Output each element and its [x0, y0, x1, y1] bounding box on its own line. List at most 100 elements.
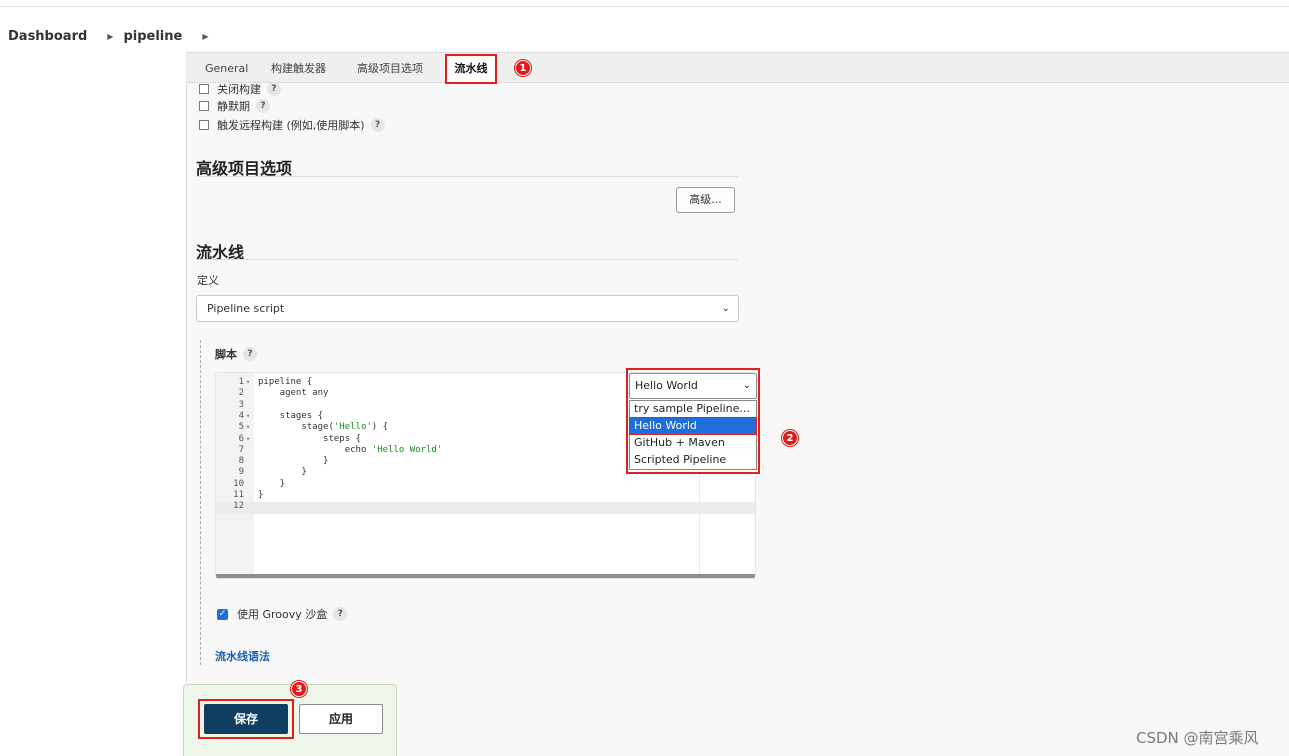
annotation-marker-3: 3: [291, 681, 307, 697]
chevron-down-icon: ⌄: [721, 303, 730, 314]
code-line: 1 ▾ pipeline {: [216, 377, 313, 388]
sample-options-list: try sample Pipeline... Hello World GitHu…: [629, 400, 757, 470]
code-line: 10 }: [216, 479, 285, 490]
sample-option[interactable]: Scripted Pipeline: [630, 452, 756, 468]
sample-select-value: Hello World: [635, 379, 698, 392]
line-number: 1: [238, 377, 244, 387]
fold-arrow-icon[interactable]: ▾: [244, 377, 258, 388]
groovy-sandbox-label: 使用 Groovy 沙盒: [237, 608, 328, 621]
remote-trigger-label: 触发远程构建 (例如,使用脚本): [217, 119, 365, 132]
code-line: 9 }: [216, 467, 307, 478]
tab-build-triggers[interactable]: 构建触发器: [271, 60, 326, 78]
code-text: }: [258, 456, 329, 467]
line-number: 4: [238, 410, 244, 421]
line-number: 3: [238, 399, 244, 410]
quiet-period-checkbox[interactable]: [199, 101, 209, 111]
code-text: echo 'Hello World': [258, 444, 443, 455]
advanced-button[interactable]: 高级...: [676, 187, 735, 213]
code-line: 5 ▾ stage('Hello') {: [216, 422, 388, 433]
fold-arrow-icon[interactable]: ▾: [244, 411, 258, 422]
help-icon[interactable]: ?: [243, 347, 257, 361]
line-number: 10: [233, 478, 244, 489]
help-icon[interactable]: ?: [333, 607, 348, 621]
remote-trigger-checkbox[interactable]: [199, 120, 209, 130]
code-text: pipeline {: [258, 377, 313, 387]
line-number: 8: [238, 456, 244, 467]
code-line: 2 agent any: [216, 388, 329, 399]
code-line: 4 ▾ stages {: [216, 411, 323, 422]
tab-advanced-options[interactable]: 高级项目选项: [357, 60, 423, 78]
line-number: 11: [233, 490, 244, 500]
code-line: 8 }: [216, 456, 329, 467]
apply-button[interactable]: 应用: [299, 704, 383, 734]
string-literal: 'Hello': [333, 422, 372, 433]
help-icon[interactable]: ?: [370, 118, 385, 132]
breadcrumb-chevron-icon[interactable]: ▶: [107, 32, 113, 41]
tab-bar: [186, 52, 1289, 83]
watermark: CSDN @南宫乘风: [1136, 729, 1259, 747]
breadcrumb: Dashboard ▶ pipeline ▶: [8, 27, 218, 45]
section-divider: [196, 259, 738, 260]
string-literal: 'Hello World': [371, 444, 443, 455]
annotation-marker-2: 2: [782, 430, 798, 446]
remote-trigger-option: 触发远程构建 (例如,使用脚本) ?: [199, 117, 385, 133]
line-number: 2: [238, 388, 244, 399]
fold-arrow-icon[interactable]: ▾: [244, 434, 258, 445]
breadcrumb-chevron-icon[interactable]: ▶: [202, 32, 208, 41]
sample-option[interactable]: try sample Pipeline...: [630, 401, 756, 417]
active-line-highlight: [216, 502, 755, 514]
definition-value: Pipeline script: [207, 302, 285, 315]
help-icon[interactable]: ?: [267, 82, 281, 96]
code-text: }: [258, 478, 286, 489]
code-text: stage('Hello') {: [258, 422, 389, 433]
line-number: 5: [238, 422, 244, 433]
help-icon[interactable]: ?: [256, 99, 270, 113]
code-text: }: [258, 490, 264, 500]
fold-arrow-icon[interactable]: ▾: [244, 422, 258, 433]
script-label-text: 脚本: [215, 348, 237, 361]
editor-scrollbar[interactable]: [216, 574, 755, 578]
line-number: 6: [238, 433, 244, 444]
section-divider: [196, 176, 738, 177]
definition-select[interactable]: Pipeline script ⌄: [196, 295, 739, 322]
line-number: 12: [233, 501, 244, 512]
sample-pipeline-select[interactable]: Hello World ⌄: [629, 373, 757, 399]
code-line: 3: [216, 400, 258, 411]
disable-build-option: 关闭构建 ?: [199, 81, 281, 97]
script-label: 脚本 ?: [215, 346, 257, 362]
groovy-sandbox-checkbox[interactable]: ✓: [217, 608, 228, 620]
quiet-period-option: 静默期 ?: [199, 98, 270, 114]
definition-label: 定义: [197, 274, 219, 287]
code-line: 11 }: [216, 490, 263, 501]
chevron-down-icon: ⌄: [742, 380, 751, 391]
pipeline-syntax-link[interactable]: 流水线语法: [215, 648, 270, 664]
breadcrumb-pipeline[interactable]: pipeline: [123, 29, 182, 44]
groovy-sandbox-option: ✓ 使用 Groovy 沙盒 ?: [217, 606, 348, 622]
sample-option[interactable]: GitHub + Maven: [630, 435, 756, 451]
disable-build-label: 关闭构建: [217, 83, 261, 96]
sample-option-selected[interactable]: Hello World: [629, 417, 757, 435]
save-button[interactable]: 保存: [204, 704, 288, 734]
code-text: stages {: [258, 410, 324, 421]
annotation-marker-1: 1: [515, 60, 531, 76]
section-guide-line: [200, 340, 201, 665]
tab-general[interactable]: General: [205, 60, 248, 78]
code-text: steps {: [258, 433, 361, 444]
code-line: 6 ▾ steps {: [216, 434, 361, 445]
code-text: }: [258, 467, 307, 478]
tab-pipeline[interactable]: 流水线: [445, 54, 497, 84]
line-number: 9: [238, 467, 244, 478]
code-line: 7 echo 'Hello World': [216, 444, 443, 456]
breadcrumb-dashboard[interactable]: Dashboard: [8, 29, 87, 44]
disable-build-checkbox[interactable]: [199, 84, 209, 94]
top-divider: [0, 6, 1289, 7]
quiet-period-label: 静默期: [217, 100, 250, 113]
code-text: agent any: [258, 388, 329, 399]
